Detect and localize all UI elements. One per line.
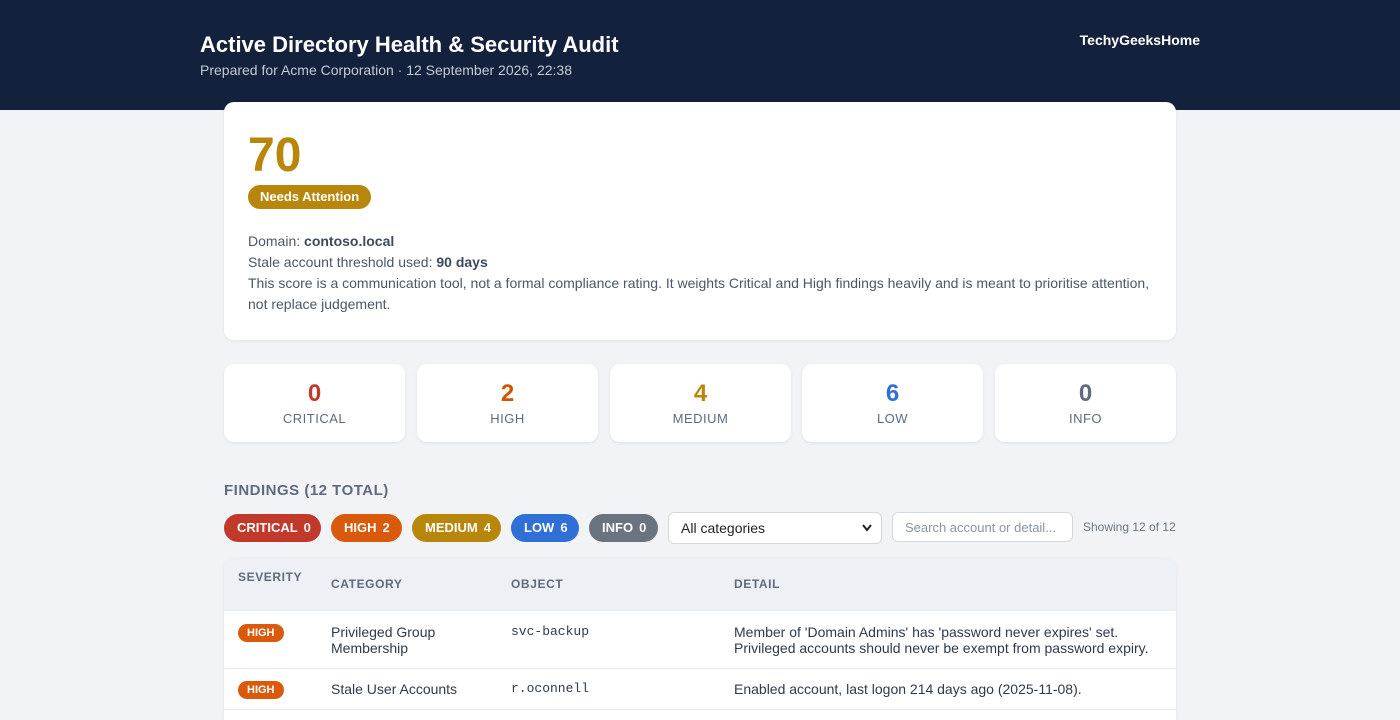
table-header: SEVERITY CATEGORY OBJECT DETAIL: [224, 558, 1176, 610]
category-text: Privileged Group: [331, 624, 436, 640]
stat-count: 4: [693, 380, 708, 407]
stat-count: 0: [307, 380, 322, 407]
brand-name[interactable]: TechyGeeksHome: [1080, 32, 1200, 48]
severity-badge: HIGH: [238, 681, 284, 699]
score-info: Domain: contoso.local Stale account thre…: [248, 231, 1152, 315]
filter-chip-info[interactable]: INFO 0: [589, 514, 658, 542]
stat-label: LOW: [876, 411, 909, 426]
score-status-badge: Needs Attention: [248, 185, 372, 209]
detail-cell: Member of 'Domain Admins' has 'password …: [734, 624, 1149, 656]
table-row[interactable]: HIGH Stale User Accounts r.oconnell Enab…: [224, 668, 1176, 709]
filter-chip-high[interactable]: HIGH 2: [331, 514, 402, 542]
stat-label: MEDIUM: [672, 411, 729, 426]
chip-label: LOW: [524, 520, 555, 535]
stat-label: HIGH: [490, 411, 525, 426]
stat-card-info: 0 INFO: [995, 364, 1176, 442]
filter-chip-medium[interactable]: MEDIUM 4: [412, 514, 501, 542]
domain-value: contoso.local: [304, 233, 395, 249]
severity-badge: HIGH: [238, 624, 284, 642]
object-cell: r.oconnell: [511, 681, 590, 696]
threshold-value: 90 days: [436, 254, 488, 270]
table-row[interactable]: HIGH Privileged Group Membership svc-bac…: [224, 610, 1176, 668]
report-subtitle: Prepared for Acme Corporation · 12 Septe…: [200, 62, 572, 78]
findings-table: SEVERITY CATEGORY OBJECT DETAIL HIGH Pri…: [224, 558, 1176, 720]
chip-count: 0: [639, 520, 647, 535]
category-cell: Privileged Group Membership: [331, 624, 435, 656]
stat-label: CRITICAL: [282, 411, 347, 426]
stat-card-low: 6 LOW: [802, 364, 983, 442]
stat-count: 6: [885, 380, 900, 407]
chip-count: 4: [483, 520, 491, 535]
chip-label: INFO: [602, 520, 634, 535]
object-cell: svc-backup: [511, 624, 590, 639]
detail-cell: Enabled account, last logon 214 days ago…: [734, 681, 1082, 697]
column-header-detail[interactable]: DETAIL: [734, 577, 780, 591]
stat-label: INFO: [1068, 411, 1103, 426]
stat-count: 2: [500, 380, 515, 407]
detail-text: Privileged accounts should never be exem…: [734, 640, 1149, 656]
column-header-severity[interactable]: SEVERITY: [238, 570, 302, 584]
category-cell: Stale User Accounts: [331, 681, 458, 697]
filter-chip-low[interactable]: LOW 6: [511, 514, 579, 542]
report-title: Active Directory Health & Security Audit: [200, 32, 619, 57]
category-select-value: All categories: [681, 520, 766, 536]
filter-chip-critical[interactable]: CRITICAL 0: [224, 514, 321, 542]
column-header-object[interactable]: OBJECT: [511, 577, 563, 591]
threshold-line: Stale account threshold used: 90 days: [248, 252, 1152, 273]
stat-card-high: 2 HIGH: [417, 364, 598, 442]
chip-label: HIGH: [344, 520, 377, 535]
category-text: Membership: [331, 640, 409, 656]
report-header: Active Directory Health & Security Audit…: [0, 0, 1400, 110]
domain-line: Domain: contoso.local: [248, 231, 1152, 252]
table-row[interactable]: [224, 709, 1176, 720]
domain-label: Domain:: [248, 233, 301, 249]
results-count: Showing 12 of 12: [1083, 520, 1176, 534]
category-select[interactable]: All categories: [668, 512, 882, 544]
column-header-category[interactable]: CATEGORY: [331, 577, 402, 591]
score-note: This score is a communication tool, not …: [248, 275, 1150, 312]
stat-card-critical: 0 CRITICAL: [224, 364, 405, 442]
detail-text: Member of 'Domain Admins' has 'password …: [734, 624, 1119, 640]
chip-label: MEDIUM: [425, 520, 478, 535]
chevron-down-icon: [861, 513, 873, 555]
search-input[interactable]: [892, 512, 1073, 542]
threshold-label: Stale account threshold used:: [248, 254, 433, 270]
findings-title: FINDINGS (12 TOTAL): [224, 482, 389, 499]
stat-card-medium: 4 MEDIUM: [610, 364, 791, 442]
chip-count: 2: [382, 520, 390, 535]
chip-count: 6: [560, 520, 568, 535]
chip-label: CRITICAL: [237, 520, 298, 535]
score-card: 70 Needs Attention Domain: contoso.local…: [224, 102, 1176, 340]
stat-count: 0: [1078, 380, 1093, 407]
chip-count: 0: [303, 520, 311, 535]
health-score: 70: [248, 129, 302, 182]
